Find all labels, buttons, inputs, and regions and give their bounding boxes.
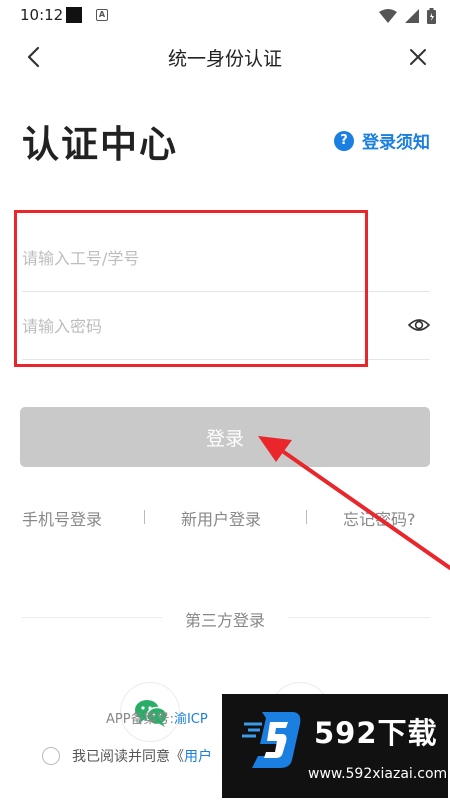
new-user-login-link[interactable]: 新用户登录 xyxy=(181,506,261,530)
wifi-icon xyxy=(379,9,397,23)
icp-prefix: APP备案号: xyxy=(106,712,174,727)
watermark-logo-icon xyxy=(242,712,301,768)
notification-a-icon: A xyxy=(96,9,108,21)
nav-title: 统一身份认证 xyxy=(167,48,282,70)
third-party-label: 第三方登录 xyxy=(184,611,265,630)
page-title: 认证中心 xyxy=(22,123,178,166)
account-input[interactable] xyxy=(22,226,392,290)
status-icons xyxy=(379,7,436,25)
secondary-links: 手机号登录 新用户登录 忘记密码? xyxy=(0,506,450,530)
status-time: 10:12 xyxy=(20,6,64,24)
close-icon xyxy=(410,49,426,65)
signal-icon xyxy=(405,9,419,23)
close-button[interactable] xyxy=(406,44,430,70)
agreement-prefix: 我已阅读并同意《 xyxy=(72,749,184,765)
divider xyxy=(144,510,145,524)
agreement-checkbox[interactable] xyxy=(42,747,60,765)
account-field xyxy=(22,226,430,292)
watermark-url: www.592xiazai.com xyxy=(308,766,448,782)
login-notice-link[interactable]: ? 登录须知 xyxy=(334,128,430,153)
user-agreement-link[interactable]: 用户 xyxy=(184,749,212,765)
battery-icon xyxy=(427,8,436,24)
status-bar: 10:12 A xyxy=(0,0,450,32)
phone-login-link[interactable]: 手机号登录 xyxy=(22,506,102,530)
divider xyxy=(306,510,307,524)
password-field xyxy=(22,294,430,360)
login-notice-label: 登录须知 xyxy=(362,133,430,153)
password-input[interactable] xyxy=(22,294,392,358)
eye-icon[interactable] xyxy=(408,314,430,336)
login-button[interactable]: 登录 xyxy=(20,407,430,467)
icp-record: APP备案号:渝ICP xyxy=(106,708,208,727)
help-icon: ? xyxy=(334,130,354,151)
watermark-name: 592下载 xyxy=(314,716,438,750)
notification-square-icon xyxy=(66,7,82,23)
icp-link[interactable]: 渝ICP xyxy=(174,712,208,727)
agreement-row: 我已阅读并同意《用户 xyxy=(42,746,212,766)
agreement-text: 我已阅读并同意《用户 xyxy=(72,746,212,766)
forgot-password-link[interactable]: 忘记密码? xyxy=(343,506,416,530)
watermark: 592下载 www.592xiazai.com xyxy=(222,694,448,798)
divider-line xyxy=(288,617,430,618)
